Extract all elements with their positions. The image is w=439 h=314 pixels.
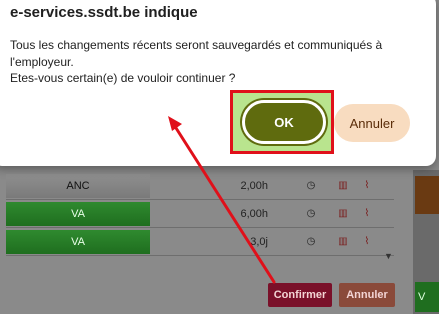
pointer-arrow (168, 116, 276, 284)
